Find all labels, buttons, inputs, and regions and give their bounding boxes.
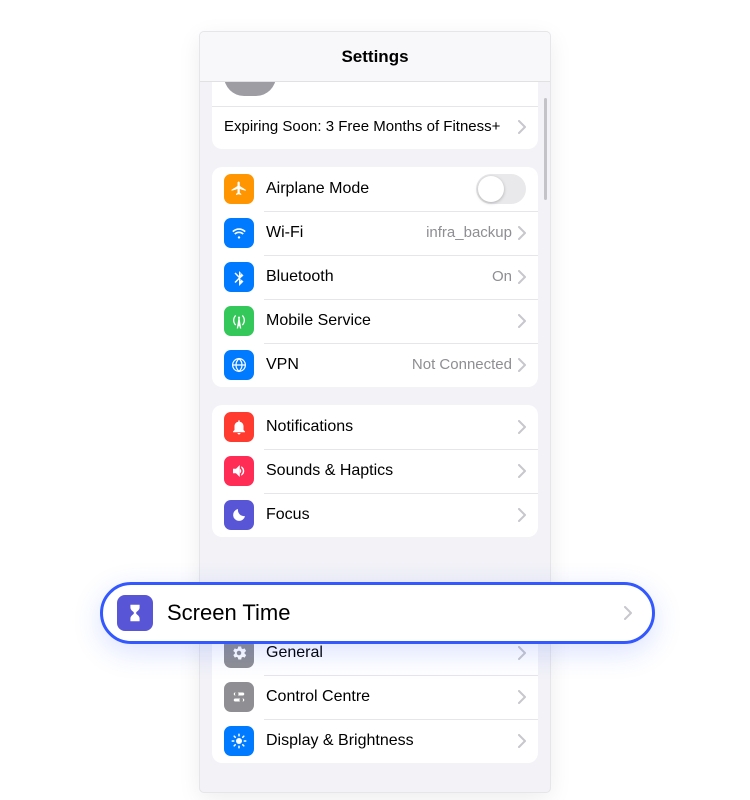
row-notifications[interactable]: Notifications [212,405,538,449]
chevron-right-icon [518,358,526,372]
row-airplane-mode[interactable]: Airplane Mode [212,167,538,211]
chevron-right-icon [518,314,526,328]
value-vpn: Not Connected [412,356,512,373]
label-bluetooth: Bluetooth [266,268,334,286]
row-fitness-promo[interactable]: Expiring Soon: 3 Free Months of Fitness+ [212,107,538,149]
row-sounds-haptics[interactable]: Sounds & Haptics [212,449,538,493]
chevron-right-icon [518,420,526,434]
label-airplane: Airplane Mode [266,180,369,198]
chevron-right-icon [624,606,632,620]
bluetooth-icon [224,262,254,292]
chevron-right-icon [518,270,526,284]
group-general: General Control Centre Display [212,631,538,763]
label-sounds: Sounds & Haptics [266,462,393,480]
row-vpn[interactable]: VPN Not Connected [212,343,538,387]
group-connectivity: Airplane Mode Wi-Fi infra_backup [212,167,538,387]
label-focus: Focus [266,506,310,524]
label-notifications: Notifications [266,418,353,436]
chevron-right-icon [518,226,526,240]
globe-icon [224,350,254,380]
navbar: Settings [200,32,550,82]
row-wifi[interactable]: Wi-Fi infra_backup [212,211,538,255]
canvas: Settings Expiring Soon: 3 Free Months of… [0,0,750,800]
label-display: Display & Brightness [266,732,414,750]
hourglass-icon [117,595,153,631]
label-vpn: VPN [266,356,299,374]
row-control-centre[interactable]: Control Centre [212,675,538,719]
avatar [224,82,276,96]
group-notifications: Notifications Sounds & Haptics [212,405,538,537]
group-account: Expiring Soon: 3 Free Months of Fitness+ [212,82,538,149]
chevron-right-icon [518,464,526,478]
sun-icon [224,726,254,756]
row-focus[interactable]: Focus [212,493,538,537]
moon-icon [224,500,254,530]
value-bluetooth: On [492,268,512,285]
antenna-icon [224,306,254,336]
scrollbar[interactable] [544,98,547,200]
page-title: Settings [341,47,408,67]
row-display-brightness[interactable]: Display & Brightness [212,719,538,763]
chevron-right-icon [518,646,526,660]
wifi-icon [224,218,254,248]
chevron-right-icon [518,508,526,522]
chevron-right-icon [518,690,526,704]
sliders-icon [224,682,254,712]
speaker-icon [224,456,254,486]
label-control: Control Centre [266,688,370,706]
chevron-right-icon [518,734,526,748]
chevron-right-icon [518,120,526,134]
row-profile[interactable] [212,82,538,107]
label-wifi: Wi-Fi [266,224,303,242]
row-mobile-service[interactable]: Mobile Service [212,299,538,343]
label-mobile: Mobile Service [266,312,371,330]
row-screen-time-highlight[interactable]: Screen Time [100,582,655,644]
airplane-icon [224,174,254,204]
toggle-airplane[interactable] [476,174,526,204]
value-wifi: infra_backup [426,224,512,241]
row-bluetooth[interactable]: Bluetooth On [212,255,538,299]
promo-text: Expiring Soon: 3 Free Months of Fitness+ [224,117,518,137]
settings-scroll[interactable]: Expiring Soon: 3 Free Months of Fitness+… [200,82,550,792]
label-screentime: Screen Time [167,600,291,626]
phone-frame: Settings Expiring Soon: 3 Free Months of… [200,32,550,792]
label-general: General [266,644,323,662]
bell-icon [224,412,254,442]
